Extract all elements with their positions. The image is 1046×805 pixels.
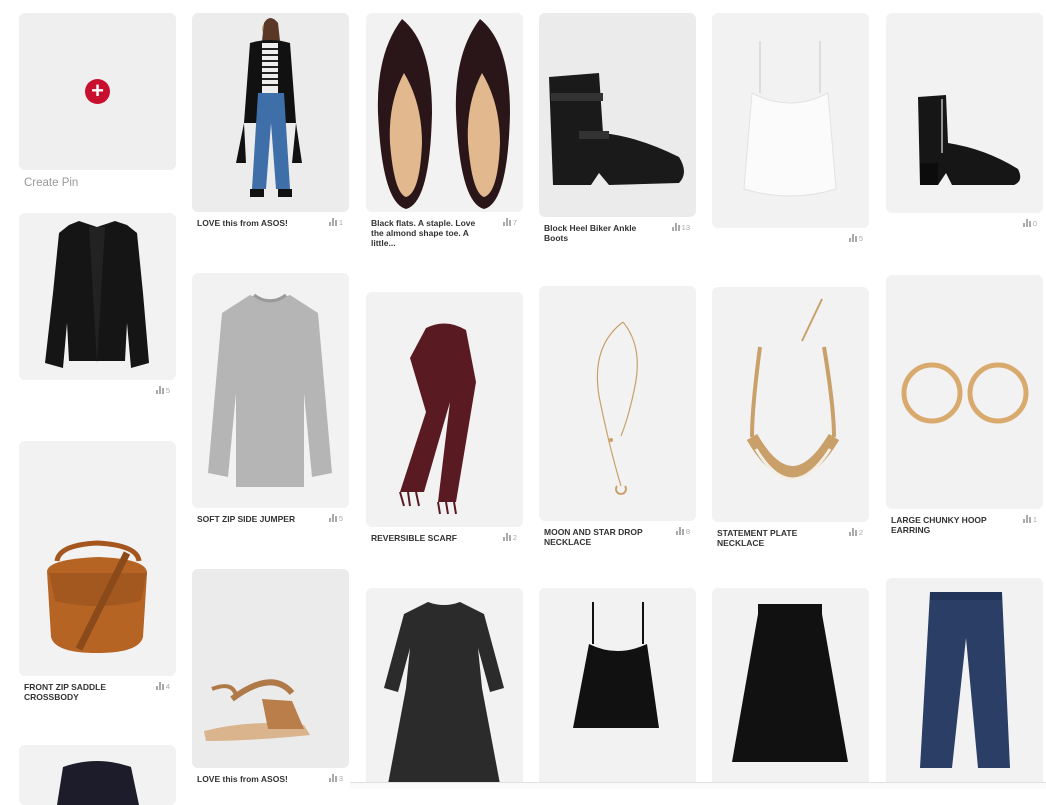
pin-caption: LARGE CHUNKY HOOP EARRING 1 [891, 515, 1037, 535]
horizontal-scrollbar[interactable] [350, 782, 1046, 789]
repin-stat: 2 [502, 533, 517, 543]
pin-image-asos-model[interactable] [192, 13, 349, 212]
repin-stat: 0 [1022, 219, 1037, 229]
stats-icon [328, 774, 337, 782]
pin-image-jeans[interactable] [886, 578, 1043, 789]
pin-image-heel-boots[interactable] [886, 13, 1043, 213]
stats-icon [155, 682, 164, 690]
pin-card[interactable]: LARGE CHUNKY HOOP EARRING 1 [886, 275, 1043, 535]
stats-icon [1022, 219, 1031, 227]
pin-image-black-cami[interactable] [539, 588, 696, 789]
pin-caption: Black flats. A staple. Love the almond s… [371, 218, 517, 248]
create-pin-label: Create Pin [24, 177, 79, 189]
stats-icon [675, 527, 684, 535]
repin-stat: 2 [848, 528, 863, 538]
pin-card[interactable] [886, 578, 1043, 789]
pin-card[interactable]: Block Heel Biker Ankle Boots 13 [539, 13, 696, 243]
pin-card[interactable]: LOVE this from ASOS! 3 [192, 569, 349, 788]
pin-image-scarf[interactable] [366, 292, 523, 527]
pin-card[interactable] [366, 588, 523, 789]
repin-stat: 8 [675, 527, 690, 537]
pin-card[interactable]: MOON AND STAR DROP NECKLACE 8 [539, 286, 696, 547]
pin-caption: SOFT ZIP SIDE JUMPER 5 [197, 514, 343, 524]
pin-card[interactable]: 5 [712, 13, 869, 248]
repin-stat: 5 [328, 514, 343, 524]
repin-stat: 5 [848, 234, 863, 244]
pin-image-biker-boots[interactable] [539, 13, 696, 217]
stats-icon [848, 528, 857, 536]
pin-card[interactable] [539, 588, 696, 789]
pin-image-hoop-earring[interactable] [886, 275, 1043, 509]
repin-stat: 1 [328, 218, 343, 228]
pin-caption: FRONT ZIP SADDLE CROSSBODY 4 [24, 682, 170, 702]
pin-card[interactable] [712, 588, 869, 789]
stats-icon [502, 218, 511, 226]
pin-card[interactable] [19, 745, 176, 805]
stats-icon [848, 234, 857, 242]
pin-caption: 5 [712, 234, 869, 248]
repin-stat: 5 [155, 386, 170, 396]
pin-caption: LOVE this from ASOS! 1 [197, 218, 343, 228]
pin-image-saddle-bag[interactable] [19, 441, 176, 676]
pin-image-cardigan[interactable] [19, 213, 176, 380]
pin-card[interactable]: FRONT ZIP SADDLE CROSSBODY 4 [19, 441, 176, 702]
pin-card[interactable]: 0 [886, 13, 1043, 233]
pin-image-midi-skirt[interactable] [712, 588, 869, 789]
pin-image-grey-jumper[interactable] [192, 273, 349, 508]
stats-icon [328, 514, 337, 522]
pin-image-sandals[interactable] [192, 569, 349, 768]
stats-icon [155, 386, 164, 394]
pin-caption: STATEMENT PLATE NECKLACE 2 [717, 528, 863, 548]
pin-card[interactable]: LOVE this from ASOS! 1 [192, 13, 349, 232]
pin-caption: REVERSIBLE SCARF 2 [371, 533, 517, 543]
stats-icon [502, 533, 511, 541]
pin-image-skirt-peek[interactable] [19, 745, 176, 805]
pin-caption: 5 [19, 386, 176, 400]
pin-caption: LOVE this from ASOS! 3 [197, 774, 343, 784]
pin-card[interactable]: REVERSIBLE SCARF 2 [366, 292, 523, 547]
pin-card[interactable]: STATEMENT PLATE NECKLACE 2 [712, 287, 869, 548]
pin-image-plate-necklace[interactable] [712, 287, 869, 522]
pin-card[interactable]: SOFT ZIP SIDE JUMPER 5 [192, 273, 349, 528]
pin-image-white-cami[interactable] [712, 13, 869, 228]
stats-icon [671, 223, 680, 231]
repin-stat: 4 [155, 682, 170, 692]
repin-stat: 1 [1022, 515, 1037, 525]
pin-caption: 0 [886, 219, 1043, 233]
stats-icon [328, 218, 337, 226]
repin-stat: 7 [502, 218, 517, 228]
pin-card[interactable]: 5 [19, 213, 176, 400]
stats-icon [1022, 515, 1031, 523]
pin-image-moon-necklace[interactable] [539, 286, 696, 521]
repin-stat: 13 [671, 223, 690, 233]
repin-stat: 3 [328, 774, 343, 784]
plus-circle-icon[interactable]: + [85, 79, 110, 104]
pin-caption: MOON AND STAR DROP NECKLACE 8 [544, 527, 690, 547]
pin-caption: Block Heel Biker Ankle Boots 13 [544, 223, 690, 243]
create-pin-tile[interactable]: + [19, 13, 176, 170]
pin-image-black-flats[interactable] [366, 13, 523, 212]
pin-card[interactable]: Black flats. A staple. Love the almond s… [366, 13, 523, 248]
pin-image-smock-dress[interactable] [366, 588, 523, 789]
